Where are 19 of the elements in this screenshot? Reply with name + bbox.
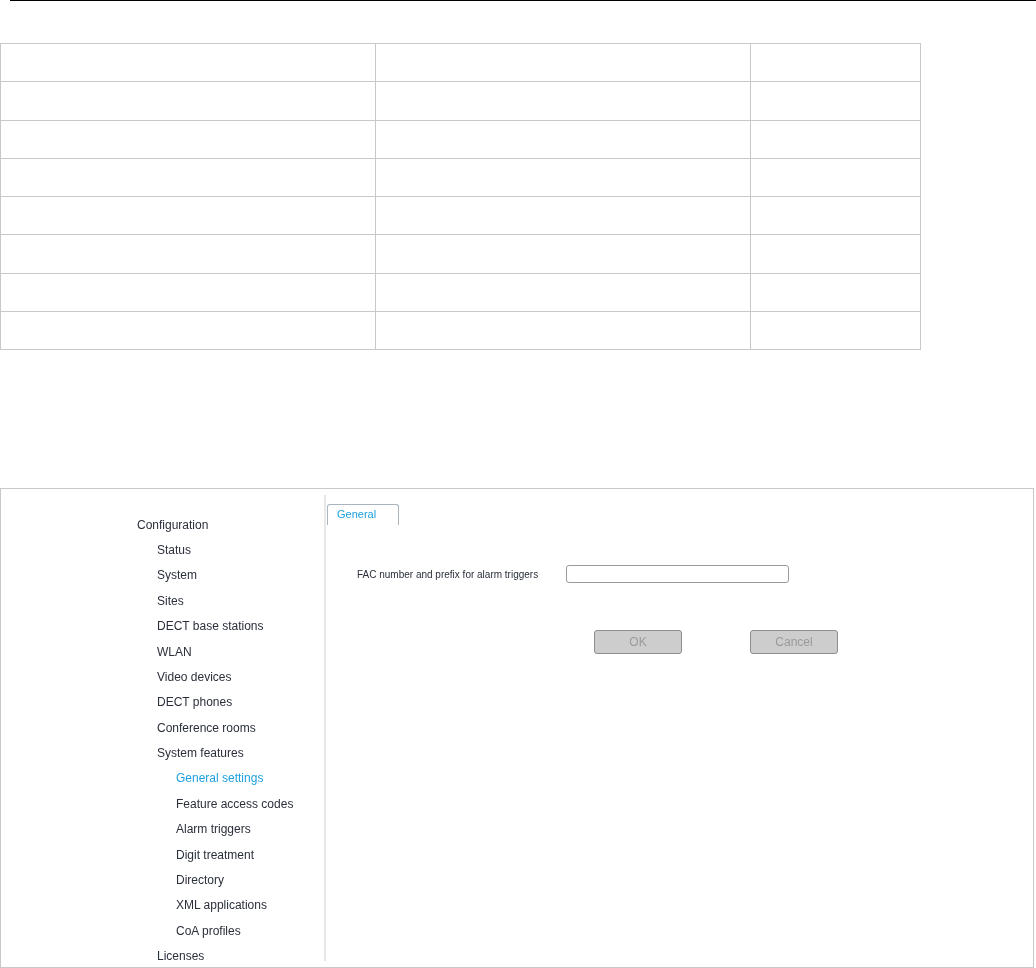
sidebar-item[interactable]: DECT base stations	[157, 613, 264, 640]
sidebar-item[interactable]: Licenses	[157, 944, 205, 968]
sidebar-item[interactable]: Configuration	[137, 512, 209, 538]
sidebar-item[interactable]: XML applications	[176, 893, 267, 919]
sidebar-item[interactable]: Conference rooms	[157, 715, 256, 741]
sidebar-item[interactable]: Alarm triggers	[176, 817, 251, 843]
sidebar-item[interactable]: Sites	[157, 588, 184, 614]
sidebar-item[interactable]: DECT phones	[157, 690, 233, 716]
sidebar-item[interactable]: Status	[157, 537, 192, 564]
sidebar-item[interactable]: Feature access codes	[176, 791, 294, 818]
sidebar-item[interactable]: System	[157, 563, 197, 589]
input-field[interactable]	[566, 565, 789, 584]
field-label: FAC number and prefix for alarm triggers	[357, 567, 540, 582]
sidebar-item[interactable]: CoA profiles	[176, 918, 241, 944]
sidebar-item[interactable]: Digit treatment	[176, 842, 255, 868]
sidebar-item[interactable]: Video devices	[157, 664, 232, 691]
sidebar-item[interactable]: WLAN	[157, 639, 192, 665]
sidebar-item[interactable]: Directory	[176, 867, 224, 894]
sidebar-item[interactable]: System features	[157, 740, 244, 767]
